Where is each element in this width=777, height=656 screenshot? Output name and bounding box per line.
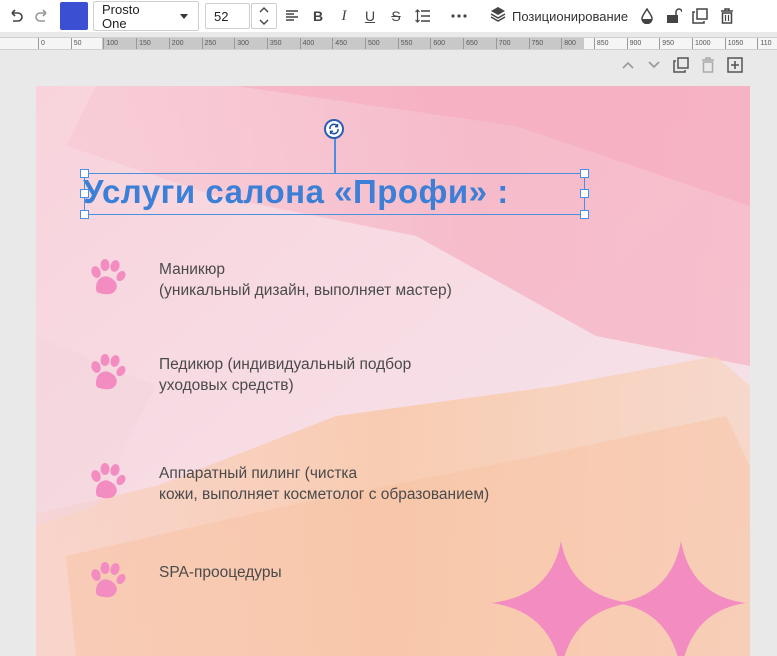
positioning-button[interactable]: Позиционирование	[490, 4, 628, 28]
ruler-tick: 550	[397, 38, 412, 49]
ruler-tick: 100	[103, 38, 118, 49]
service-line-2: кожи, выполняет косметолог с образование…	[159, 486, 490, 503]
canvas-page[interactable]: Услуги салона «Профи» : Маникюр (уникальн…	[36, 86, 750, 656]
service-line-2: (уникальный дизайн, выполняет мастер)	[159, 282, 452, 299]
italic-icon[interactable]: I	[334, 4, 354, 28]
positioning-label: Позиционирование	[512, 8, 629, 24]
service-item-text[interactable]: Аппаратный пилинг (чистка кожи, выполняет…	[159, 463, 489, 505]
service-item-text[interactable]: Педикюр (индивидуальный подбор уходовых с…	[159, 354, 411, 396]
ruler-tick: 150	[136, 38, 151, 49]
strikethrough-icon[interactable]: S	[386, 4, 406, 28]
rotation-handle-line	[334, 137, 336, 173]
more-icon[interactable]	[448, 4, 470, 28]
ruler-tick: 800	[561, 38, 576, 49]
service-line-1: Маникюр	[159, 261, 225, 278]
ruler-tick: 900	[626, 38, 641, 49]
resize-handle-left[interactable]	[80, 189, 89, 198]
ruler-tick: 50	[70, 38, 81, 49]
ruler-tick: 750	[528, 38, 543, 49]
sparkle-stars-decoration	[491, 541, 746, 656]
duplicate-icon[interactable]	[690, 4, 710, 28]
paw-icon[interactable]	[88, 462, 128, 502]
delete-page-icon[interactable]	[699, 56, 717, 74]
canvas-title-text[interactable]: Услуги салона «Профи» :	[83, 172, 588, 212]
ruler-tick: 400	[299, 38, 314, 49]
resize-handle-right[interactable]	[580, 189, 589, 198]
ruler-tick: 950	[659, 38, 674, 49]
font-family-select[interactable]: Prosto One	[93, 1, 199, 31]
ruler-tick: 650	[463, 38, 478, 49]
undo-icon[interactable]	[5, 4, 27, 28]
chevron-up-icon[interactable]	[619, 56, 637, 74]
resize-handle-bottom-right[interactable]	[580, 210, 589, 219]
ruler-tick: 300	[234, 38, 249, 49]
service-line-2: уходовых средств)	[159, 377, 294, 394]
chevron-down-icon[interactable]	[252, 16, 276, 28]
text-color-swatch[interactable]	[60, 2, 88, 30]
opacity-icon[interactable]	[637, 4, 657, 28]
resize-handle-top-right[interactable]	[580, 169, 589, 178]
ruler-tick: 450	[332, 38, 347, 49]
ruler-tick: 850	[593, 38, 609, 49]
horizontal-ruler[interactable]: 0 50 100 150 200 250 300 350 400 450 500 550 600 650 7…	[0, 37, 777, 50]
service-line-1: Аппаратный пилинг (чистка	[159, 465, 358, 482]
chevron-down-icon	[180, 14, 188, 19]
redo-icon[interactable]	[31, 4, 53, 28]
font-family-value: Prosto One	[102, 2, 140, 31]
ruler-tick: 110	[757, 38, 772, 49]
ruler-tick: 700	[495, 38, 510, 49]
ruler-tick: 200	[168, 38, 183, 49]
ruler-tick: 250	[201, 38, 216, 49]
font-size-stepper[interactable]	[251, 3, 277, 29]
delete-icon[interactable]	[717, 4, 737, 28]
service-line-1: Педикюр (индивидуальный подбор	[159, 356, 412, 373]
ruler-tick: 1050	[724, 38, 743, 49]
chevron-down-icon[interactable]	[645, 56, 663, 74]
ruler-tick: 1000	[692, 38, 711, 49]
ruler-tick: 0	[38, 38, 45, 49]
ruler-tick: 350	[266, 38, 282, 49]
bold-icon[interactable]: B	[308, 4, 328, 28]
ruler-tick: 500	[365, 38, 380, 49]
paw-icon[interactable]	[88, 561, 128, 601]
font-size-input[interactable]	[205, 3, 250, 29]
chevron-up-icon[interactable]	[252, 4, 276, 16]
line-spacing-icon[interactable]	[412, 4, 434, 28]
duplicate-page-icon[interactable]	[672, 56, 690, 74]
ruler-tick: 600	[430, 38, 445, 49]
service-item-text[interactable]: SPA-прооцедуры	[159, 562, 282, 583]
align-left-icon[interactable]	[282, 4, 302, 28]
service-line-1: SPA-прооцедуры	[159, 564, 282, 581]
editor-toolbar: Prosto One B I U S Позиционирование	[0, 0, 777, 32]
unlock-icon[interactable]	[664, 4, 684, 28]
resize-handle-top-left[interactable]	[80, 169, 89, 178]
service-item-text[interactable]: Маникюр (уникальный дизайн, выполняет мас…	[159, 259, 452, 301]
paw-icon[interactable]	[88, 258, 128, 298]
add-page-icon[interactable]	[726, 56, 744, 74]
resize-handle-bottom-left[interactable]	[80, 210, 89, 219]
rotate-icon[interactable]	[324, 119, 344, 139]
underline-icon[interactable]: U	[360, 4, 380, 28]
layers-icon	[490, 6, 506, 27]
paw-icon[interactable]	[88, 353, 128, 393]
